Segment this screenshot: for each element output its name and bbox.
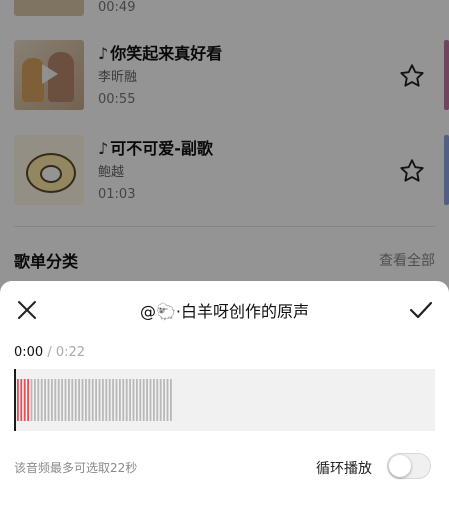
hint-text: 该音频最多可选取22秒 bbox=[14, 461, 138, 475]
audio-clip-sheet: @🐑·白羊呀创作的原声 0:00 / 0:22 该音频最多可选取22秒 循环播放 bbox=[0, 281, 449, 518]
waveform-bar bbox=[153, 379, 155, 421]
waveform-bar bbox=[125, 379, 128, 421]
waveform-bar bbox=[81, 379, 84, 421]
waveform-bar bbox=[159, 379, 162, 421]
waveform-bar bbox=[47, 379, 50, 421]
waveform-bar bbox=[102, 379, 104, 421]
waveform-bar bbox=[61, 379, 63, 421]
waveform-bar bbox=[146, 379, 148, 421]
waveform-bar bbox=[129, 379, 131, 421]
waveform-bar bbox=[68, 379, 70, 421]
waveform-track[interactable] bbox=[14, 369, 435, 431]
waveform-bar bbox=[51, 379, 53, 421]
waveform-bar bbox=[105, 379, 108, 421]
waveform-bar bbox=[163, 379, 165, 421]
waveform-bar bbox=[64, 379, 67, 421]
waveform-bar bbox=[17, 379, 19, 421]
waveform-bar bbox=[108, 379, 111, 421]
waveform-bar bbox=[149, 379, 152, 421]
waveform-bar bbox=[37, 379, 40, 421]
waveform-bar bbox=[112, 379, 114, 421]
loop-label: 循环播放 bbox=[316, 461, 372, 477]
waveform-bar bbox=[71, 379, 74, 421]
current-time: 0:00 bbox=[14, 345, 44, 360]
total-time: 0:22 bbox=[55, 345, 86, 360]
waveform-bar bbox=[23, 379, 26, 421]
waveform-bar bbox=[156, 379, 159, 421]
waveform-bar bbox=[95, 379, 97, 421]
waveform-bar bbox=[170, 379, 172, 421]
waveform-bar bbox=[20, 379, 23, 421]
waveform-bar bbox=[34, 379, 36, 421]
sheet-title: @🐑·白羊呀创作的原声 bbox=[139, 302, 309, 321]
waveform-bar bbox=[139, 379, 142, 421]
close-icon[interactable] bbox=[16, 299, 38, 321]
playhead[interactable] bbox=[14, 369, 16, 431]
waveform-bar bbox=[74, 379, 77, 421]
waveform-bar bbox=[142, 379, 145, 421]
waveform-bar bbox=[27, 379, 29, 421]
waveform-bar bbox=[54, 379, 57, 421]
loop-toggle[interactable] bbox=[387, 453, 431, 479]
waveform-bar bbox=[91, 379, 94, 421]
waveform-bar bbox=[136, 379, 138, 421]
waveform-bar bbox=[44, 379, 46, 421]
waveform-bar bbox=[166, 379, 169, 421]
waveform-bar bbox=[88, 379, 91, 421]
waveform-bar bbox=[78, 379, 80, 421]
waveform-bar bbox=[30, 379, 33, 421]
waveform-bar bbox=[85, 379, 87, 421]
waveform-bar bbox=[98, 379, 101, 421]
toggle-knob bbox=[389, 455, 411, 477]
waveform-bar bbox=[40, 379, 43, 421]
time-separator: / bbox=[47, 345, 52, 360]
waveform-bar bbox=[132, 379, 135, 421]
checkmark-icon[interactable] bbox=[409, 299, 433, 321]
time-display: 0:00 / 0:22 bbox=[14, 345, 85, 360]
waveform-bar bbox=[57, 379, 60, 421]
waveform-bar bbox=[115, 379, 118, 421]
waveform-bars bbox=[17, 379, 172, 421]
waveform-bar bbox=[122, 379, 125, 421]
waveform-bar bbox=[119, 379, 121, 421]
